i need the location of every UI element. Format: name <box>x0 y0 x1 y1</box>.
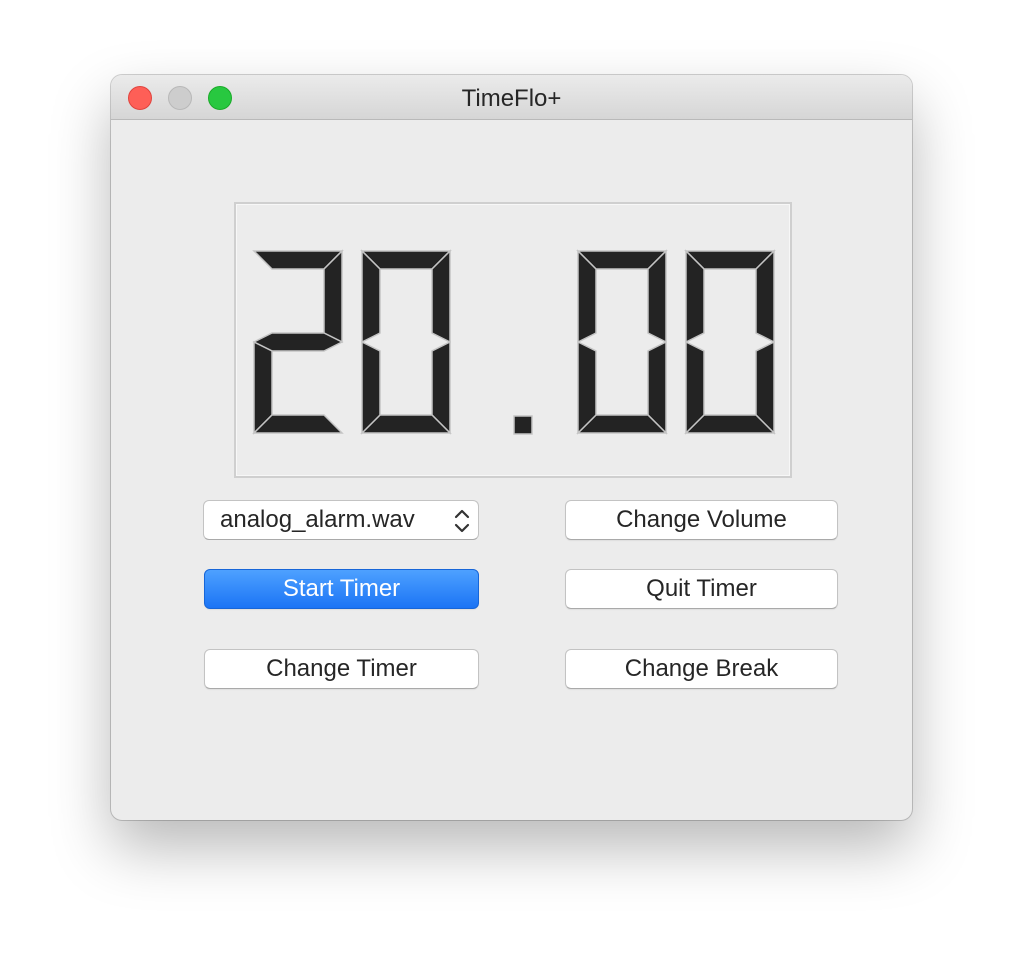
close-window-button[interactable] <box>128 86 152 110</box>
lcd-decimal-point <box>513 415 533 435</box>
timer-display: 20.00 <box>234 202 792 478</box>
title-bar[interactable]: TimeFlo+ <box>111 75 912 120</box>
seven-segment-digits <box>252 249 776 435</box>
change-timer-button[interactable]: Change Timer <box>204 649 479 689</box>
app-window: TimeFlo+ 20.00 analog_alarm.wav Change V… <box>111 75 912 820</box>
change-volume-button[interactable]: Change Volume <box>565 500 838 540</box>
change-break-button[interactable]: Change Break <box>565 649 838 689</box>
alarm-sound-value: analog_alarm.wav <box>220 506 415 533</box>
start-timer-button[interactable]: Start Timer <box>204 569 479 609</box>
up-down-chevron-icon <box>454 509 470 533</box>
zoom-window-button[interactable] <box>208 86 232 110</box>
minimize-window-button[interactable] <box>168 86 192 110</box>
alarm-sound-select[interactable]: analog_alarm.wav <box>203 500 479 540</box>
quit-timer-button[interactable]: Quit Timer <box>565 569 838 609</box>
